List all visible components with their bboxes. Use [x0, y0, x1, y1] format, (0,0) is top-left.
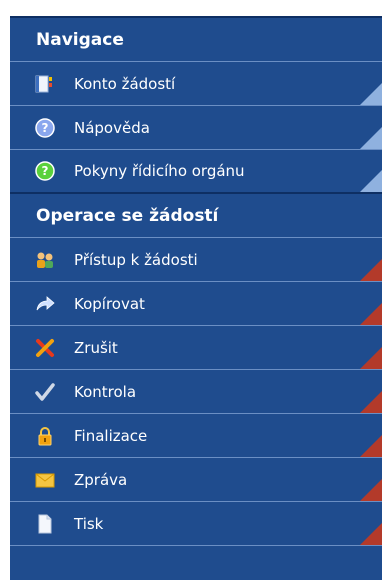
menu-item-label: Zrušit — [74, 338, 118, 357]
corner-marker — [360, 83, 382, 105]
menu-item-label: Nápověda — [74, 118, 150, 137]
corner-marker — [360, 435, 382, 457]
help-question-icon: ? — [34, 117, 56, 139]
corner-marker — [360, 347, 382, 369]
menu-item-napoveda[interactable]: ? Nápověda — [10, 106, 382, 150]
menu-item-label: Kopírovat — [74, 294, 145, 313]
users-icon — [34, 249, 56, 271]
corner-marker — [360, 479, 382, 501]
menu-item-kontrola[interactable]: Kontrola — [10, 370, 382, 414]
menu-item-zrusit[interactable]: Zrušit — [10, 326, 382, 370]
menu-item-pokyny-ridiciho-organu[interactable]: ? Pokyny řídicího orgánu — [10, 150, 382, 194]
corner-marker — [360, 303, 382, 325]
section-header-operace: Operace se žádostí — [10, 194, 382, 238]
menu-item-label: Finalizace — [74, 426, 148, 445]
corner-marker — [360, 391, 382, 413]
svg-text:?: ? — [42, 121, 49, 135]
menu-item-label: Přístup k žádosti — [74, 250, 198, 269]
menu-item-label: Konto žádostí — [74, 74, 176, 93]
menu-item-zprava[interactable]: Zpráva — [10, 458, 382, 502]
corner-marker — [360, 259, 382, 281]
menu-item-tisk[interactable]: Tisk — [10, 502, 382, 546]
document-icon — [34, 513, 56, 535]
corner-marker — [360, 170, 382, 192]
menu-item-finalizace[interactable]: Finalizace — [10, 414, 382, 458]
checkmark-icon — [34, 381, 56, 403]
notebook-icon — [34, 73, 56, 95]
corner-marker — [360, 127, 382, 149]
menu-item-label: Tisk — [74, 514, 104, 533]
menu-item-label: Pokyny řídicího orgánu — [74, 162, 245, 180]
green-question-icon: ? — [34, 160, 56, 182]
section-header-navigace: Navigace — [10, 18, 382, 62]
corner-marker — [360, 523, 382, 545]
envelope-icon — [34, 469, 56, 491]
menu-item-pristup-k-zadosti[interactable]: Přístup k žádosti — [10, 238, 382, 282]
padlock-icon — [34, 425, 56, 447]
section-title: Navigace — [36, 29, 124, 50]
side-navigation-panel: Navigace Konto žádostí ? Nápověda ? Poky… — [10, 16, 382, 580]
menu-item-label: Zpráva — [74, 470, 128, 489]
section-title: Operace se žádostí — [36, 205, 219, 226]
menu-item-konto-zadosti[interactable]: Konto žádostí — [10, 62, 382, 106]
menu-item-kopirovat[interactable]: Kopírovat — [10, 282, 382, 326]
cancel-tools-icon — [34, 337, 56, 359]
svg-text:?: ? — [42, 164, 49, 178]
arrow-forward-icon — [34, 293, 56, 315]
menu-item-label: Kontrola — [74, 382, 137, 401]
